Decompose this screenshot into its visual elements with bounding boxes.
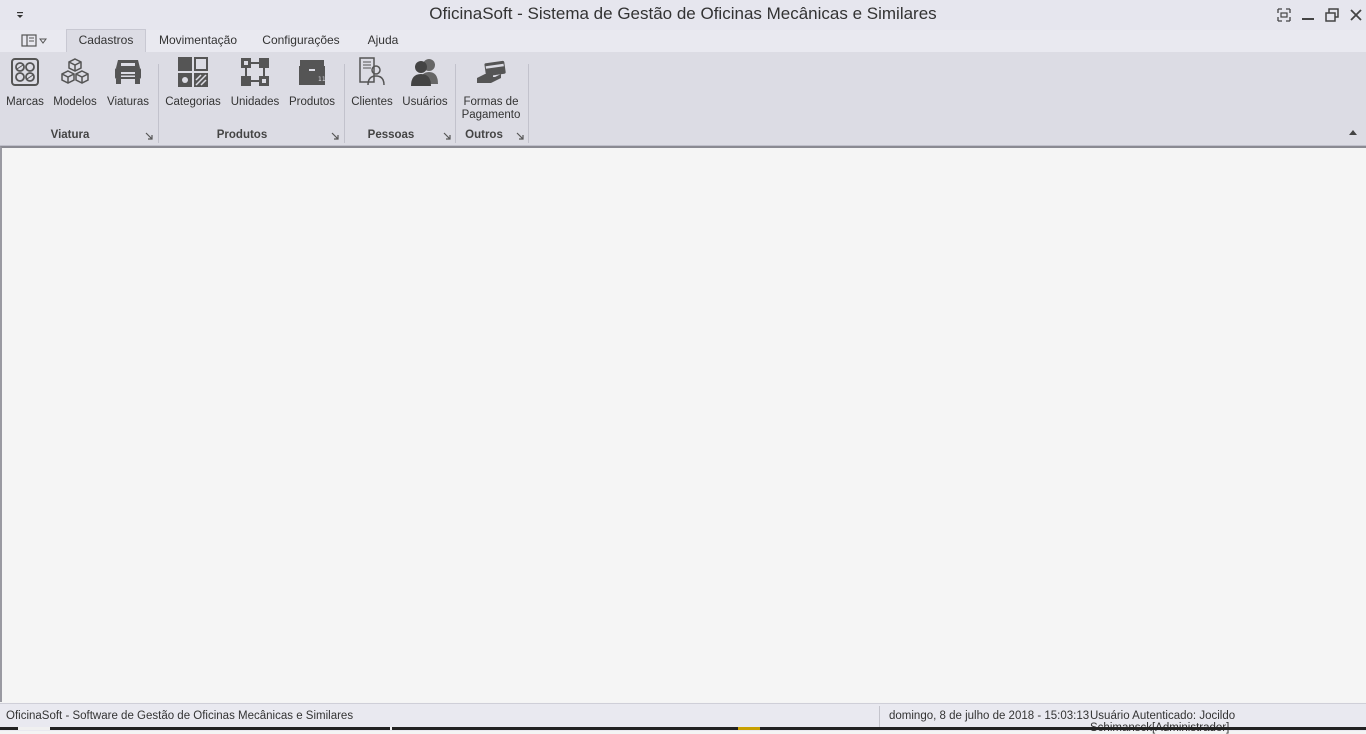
tab-configuracoes[interactable]: Configurações [258, 30, 344, 52]
group-label-outros: Outros [465, 129, 503, 141]
title-bar: OficinaSoft - Sistema de Gestão de Ofici… [0, 0, 1366, 31]
units-icon [241, 58, 269, 86]
status-separator [879, 706, 880, 728]
collapse-ribbon-icon[interactable] [1348, 128, 1358, 136]
group-label-viatura: Viatura [50, 129, 90, 141]
restore-icon[interactable] [1324, 7, 1340, 23]
status-app-text: OficinaSoft - Software de Gestão de Ofic… [6, 710, 354, 722]
status-datetime: domingo, 8 de julho de 2018 - 15:03:13 [889, 710, 1090, 722]
cubes-icon [61, 58, 89, 84]
group-separator [528, 64, 529, 143]
formas-de-pagamento-label: Formas de Pagamento [460, 96, 522, 122]
usuarios-button[interactable]: Usuários [401, 56, 449, 109]
dialog-launcher-icon[interactable] [443, 132, 452, 141]
modelos-button[interactable]: Modelos [52, 56, 98, 109]
ribbon-tab-strip: Cadastros Movimentação Configurações Aju… [0, 29, 1366, 52]
payment-card-icon [477, 60, 506, 83]
group-label-produtos: Produtos [216, 129, 268, 141]
minimize-icon[interactable] [1300, 7, 1316, 23]
svg-text:11: 11 [318, 76, 326, 83]
ribbon: Marcas Modelos Viaturas Viatura Categori… [0, 52, 1366, 146]
dialog-launcher-icon[interactable] [145, 132, 154, 141]
viaturas-label: Viaturas [107, 96, 149, 108]
produtos-label: Produtos [288, 96, 336, 108]
usuarios-label: Usuários [402, 96, 448, 108]
brands-icon [11, 58, 39, 86]
formas-de-pagamento-button[interactable]: Formas de Pagamento [460, 56, 522, 122]
tab-cadastros[interactable]: Cadastros [66, 29, 146, 52]
group-label-pessoas: Pessoas [367, 129, 415, 141]
window-title: OficinaSoft - Sistema de Gestão de Ofici… [429, 4, 937, 23]
viaturas-button[interactable]: Viaturas [104, 56, 152, 109]
produtos-button[interactable]: 11 Produtos [288, 56, 336, 109]
fullscreen-icon[interactable] [1276, 7, 1292, 23]
modelos-label: Modelos [53, 96, 97, 108]
car-icon [115, 60, 141, 84]
box-icon: 11 [299, 60, 326, 85]
clients-icon [359, 57, 385, 86]
status-user: Usuário Autenticado: Jocildo Schimansck[… [1090, 710, 1236, 734]
clientes-button[interactable]: Clientes [349, 56, 395, 109]
dialog-launcher-icon[interactable] [331, 132, 340, 141]
tab-ajuda[interactable]: Ajuda [362, 30, 404, 52]
categories-icon [178, 57, 208, 87]
group-separator [158, 64, 159, 143]
formas-label-line2: Pagamento [461, 109, 521, 121]
marcas-button[interactable]: Marcas [4, 56, 46, 109]
close-icon[interactable] [1348, 7, 1364, 23]
categorias-label: Categorias [165, 96, 221, 108]
users-icon [411, 59, 438, 86]
app-menu-icon[interactable] [20, 33, 50, 49]
tab-movimentacao[interactable]: Movimentação [156, 30, 240, 52]
dialog-launcher-icon[interactable] [516, 132, 525, 141]
unidades-label: Unidades [230, 96, 280, 108]
marcas-label: Marcas [6, 96, 44, 108]
unidades-button[interactable]: Unidades [228, 56, 282, 109]
main-workspace [0, 146, 1366, 702]
group-separator [344, 64, 345, 143]
categorias-button[interactable]: Categorias [164, 56, 222, 109]
clientes-label: Clientes [351, 96, 393, 108]
formas-label-line1: Formas de [463, 96, 519, 108]
